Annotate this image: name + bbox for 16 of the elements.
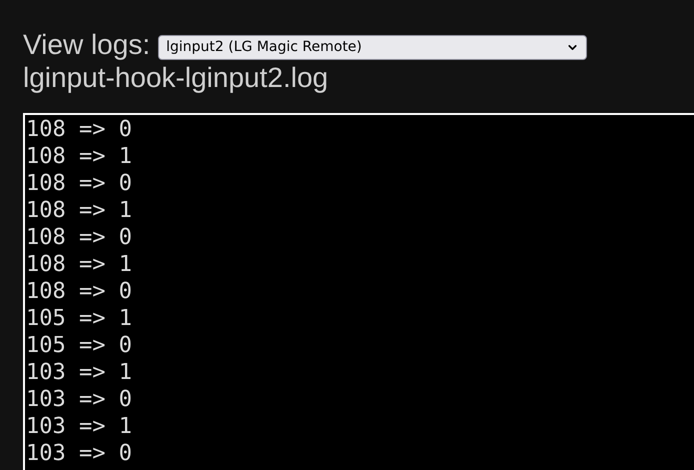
log-file-name: lginput-hook-lginput2.log (23, 62, 330, 94)
log-line: 108 => 0 (26, 278, 132, 305)
log-line: 108 => 1 (26, 197, 132, 224)
log-line: 108 => 0 (26, 116, 132, 143)
log-line: 108 => 0 (26, 224, 132, 251)
log-line: 103 => 1 (26, 413, 132, 440)
view-logs-label: View logs: (23, 28, 150, 62)
log-line: 103 => 1 (26, 359, 132, 386)
log-line: 108 => 1 (26, 251, 132, 278)
log-line: 103 => 0 (26, 386, 132, 413)
log-line: 108 => 1 (26, 143, 132, 170)
log-line: 105 => 1 (26, 305, 132, 332)
log-line: 108 => 0 (26, 170, 132, 197)
log-line: 105 => 0 (26, 332, 132, 359)
log-line: 103 => 0 (26, 440, 132, 467)
log-select-dropdown[interactable]: lginput2 (LG Magic Remote) (158, 34, 588, 60)
